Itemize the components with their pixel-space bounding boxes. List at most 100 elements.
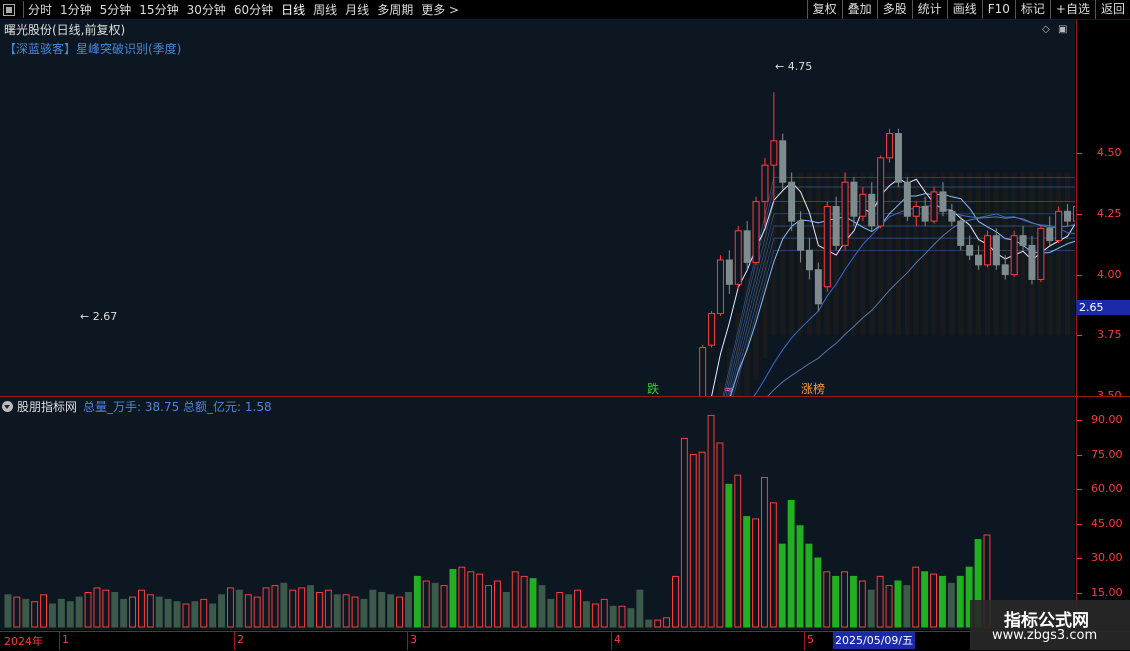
candle-body: [930, 191, 938, 222]
toolbar-button-7[interactable]: +自选: [1049, 0, 1095, 19]
volume-bar: [93, 587, 101, 628]
price-tick-label: 4.50: [1097, 146, 1122, 159]
band-hatch: [1065, 172, 1071, 336]
max-price-label: ← 4.75: [775, 60, 812, 73]
toolbar-button-0[interactable]: 复权: [806, 0, 842, 19]
volume-bar: [31, 601, 39, 628]
volume-tick-mark: [1077, 558, 1082, 559]
candle-body: [921, 206, 929, 222]
volume-bar: [841, 571, 848, 628]
volume-bar: [191, 601, 199, 628]
candle-body: [743, 230, 751, 263]
toolbar-button-6[interactable]: 标记: [1014, 0, 1050, 19]
timeline-label-1: 1: [62, 633, 69, 646]
volume-bar: [369, 589, 377, 628]
volume-tick-label: 30.00: [1091, 551, 1123, 564]
candle-body: [877, 157, 885, 227]
volume-bar: [111, 592, 119, 628]
volume-bar: [75, 596, 83, 628]
period-tab-9[interactable]: 多周期: [373, 1, 417, 18]
volume-bar: [289, 589, 297, 628]
period-tab-6[interactable]: 日线: [277, 1, 309, 18]
volume-bar: [360, 598, 368, 628]
candle-body: [823, 206, 831, 288]
period-tab-0[interactable]: 分时: [24, 1, 56, 18]
volume-bar: [912, 566, 920, 628]
volume-bar: [84, 592, 92, 628]
signal-drop: 跌: [647, 381, 659, 396]
band-hatch: [1047, 172, 1053, 336]
volume-bar: [218, 594, 226, 628]
price-tick-mark: [1077, 213, 1082, 215]
timeline-label-0: 2024年: [4, 635, 43, 648]
candle-body: [752, 201, 760, 263]
band-hatch: [780, 172, 786, 336]
volume-bar: [734, 474, 742, 628]
band-hatch: [1020, 172, 1026, 336]
volume-bar: [235, 589, 243, 628]
volume-bar: [13, 596, 21, 628]
volume-bar: [672, 575, 679, 628]
volume-bar: [307, 585, 315, 628]
candle-body: [1001, 264, 1009, 276]
toolbar-button-5[interactable]: F10: [981, 0, 1015, 19]
period-tab-4[interactable]: 30分钟: [183, 1, 230, 18]
window-icon[interactable]: [3, 3, 15, 16]
volume-bar: [939, 575, 946, 628]
period-tab-2[interactable]: 5分钟: [96, 1, 136, 18]
price-axis: 4.504.254.003.753.503.253.002.50: [1076, 20, 1130, 645]
candle-body: [868, 193, 876, 227]
period-tab-3[interactable]: 15分钟: [135, 1, 182, 18]
volume-bar: [494, 580, 501, 628]
volume-tick-mark: [1077, 454, 1082, 456]
volume-bar: [707, 414, 715, 628]
volume-bar: [467, 571, 475, 628]
candle-body: [859, 193, 867, 217]
candle-body: [708, 313, 716, 346]
toolbar-button-2[interactable]: 多股: [876, 0, 912, 19]
period-tab-1[interactable]: 1分钟: [56, 1, 96, 18]
volume-bar: [752, 518, 759, 628]
volume-bar: [280, 582, 288, 628]
timeline-separator: [407, 632, 408, 650]
volume-bar: [636, 589, 644, 628]
volume-bar: [680, 437, 688, 628]
volume-bar: [627, 608, 635, 628]
volume-bar: [725, 483, 733, 628]
watermark-url: www.zbgs3.com: [992, 628, 1098, 643]
volume-bar: [858, 580, 866, 628]
toolbar-button-1[interactable]: 叠加: [841, 0, 877, 19]
volume-bar: [4, 594, 12, 628]
candle-body: [894, 133, 902, 183]
toolbar-button-8[interactable]: 返回: [1094, 0, 1130, 19]
price-panel[interactable]: 曙光股份(日线,前复权) 【深蓝骇客】星峰突破识别(季度) ◇ ▣ ← 4.75…: [0, 20, 1075, 396]
toolbar-button-3[interactable]: 统计: [911, 0, 947, 19]
volume-panel[interactable]: 股朋指标网 总量_万手: 38.75 总额_亿元: 1.58: [0, 397, 1075, 630]
candle-body: [1072, 206, 1075, 222]
candle-body: [1037, 227, 1045, 280]
volume-tick-label: 15.00: [1091, 585, 1123, 599]
volume-bar: [787, 500, 795, 628]
volume-bar: [120, 598, 128, 628]
volume-bar: [244, 594, 252, 628]
candle-body: [805, 249, 813, 271]
volume-bar: [796, 525, 804, 628]
period-tab-10[interactable]: 更多 >: [417, 1, 463, 18]
volume-bar: [262, 587, 270, 628]
volume-bar: [850, 575, 857, 628]
period-tab-5[interactable]: 60分钟: [230, 1, 277, 18]
timeline-label-2: 2: [237, 633, 244, 646]
volume-bar: [876, 575, 884, 628]
selected-date: 2025/05/09/五: [833, 632, 916, 649]
period-tab-7[interactable]: 周线: [309, 1, 341, 18]
toolbar-button-4[interactable]: 画线: [946, 0, 982, 19]
toolbar-buttons: 复权 叠加 多股 统计 画线 F10 标记 +自选 返回: [806, 0, 1130, 19]
volume-axis: 90.00 75.00 60.00 45.00 30.00 15.00: [1076, 397, 1130, 630]
period-tab-8[interactable]: 月线: [341, 1, 373, 18]
volume-bar: [182, 603, 190, 628]
candle-body: [699, 347, 707, 396]
candle-body: [832, 206, 840, 246]
site-watermark: 指标公式网 www.zbgs3.com: [970, 600, 1130, 650]
volume-bar: [378, 592, 386, 628]
volume-bar: [449, 569, 457, 628]
